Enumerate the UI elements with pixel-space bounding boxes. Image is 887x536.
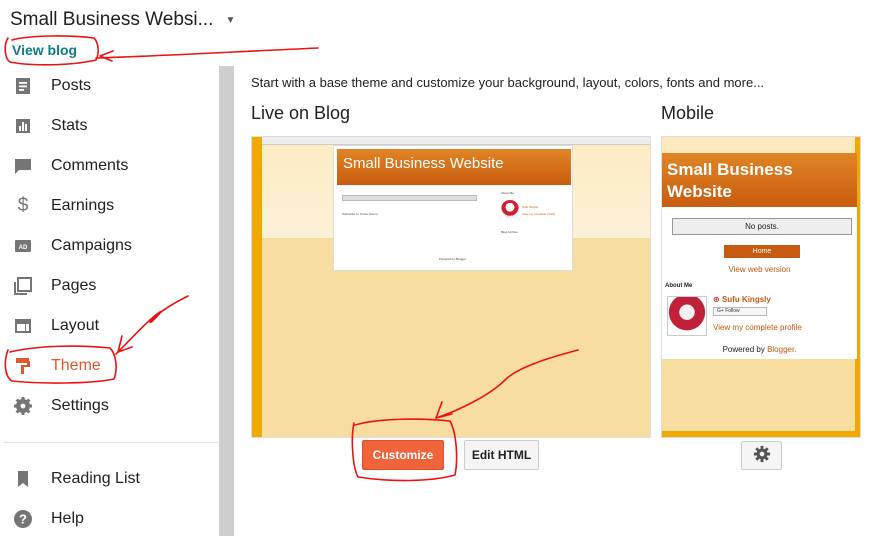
mobile-page: Small Business Website No posts. Home Vi… [662,153,857,359]
svg-text:?: ? [19,512,27,527]
mobile-bottom-stripe [662,431,860,437]
theme-description: Start with a base theme and customize yo… [251,75,765,90]
sidebar: Posts Stats Comments $ Earnings AD Campa… [0,66,219,536]
mobile-view-profile: View my complete profile [713,323,802,332]
mobile-follow-button: G+ Follow [713,307,767,316]
preview-blog-archive: Blog Archive [501,230,518,234]
sidebar-item-label: Campaigns [51,237,132,254]
sidebar-item-reading-list[interactable]: Reading List [0,459,219,499]
mobile-home-button: Home [724,245,800,258]
mobile-no-posts: No posts. [672,218,852,235]
svg-text:AD: AD [19,245,28,251]
preview-page: Small Business Website Subscribe to: Pos… [333,145,573,271]
sidebar-item-label: Earnings [51,197,115,214]
sidebar-item-label: Pages [51,277,97,294]
sidebar-item-label: Theme [51,357,101,374]
sidebar-scrollbar[interactable] [219,66,234,536]
sidebar-item-pages[interactable]: Pages [0,266,219,306]
sidebar-item-help[interactable]: ? Help [0,499,219,536]
blogger-profile-icon: ⊛ [713,295,720,304]
preview-subscribe-text: Subscribe to: Posts (Atom) [342,212,378,216]
edit-html-button[interactable]: Edit HTML [464,440,539,470]
settings-icon [12,395,34,417]
preview-profile-name: Sufu Kingsly [522,205,539,209]
mobile-theme-preview[interactable]: Small Business Website No posts. Home Vi… [661,136,861,438]
theme-icon [12,355,34,377]
mobile-about-me: About Me [665,283,693,289]
preview-no-posts-box [342,195,477,201]
sidebar-item-earnings[interactable]: $ Earnings [0,186,219,226]
live-on-blog-title: Live on Blog [251,103,351,123]
sidebar-item-label: Reading List [51,470,140,487]
preview-powered-by: Powered by Blogger. [439,257,467,261]
preview-blog-header: Small Business Website [337,149,571,185]
help-icon: ? [12,508,34,530]
live-theme-preview[interactable]: Small Business Website Subscribe to: Pos… [251,136,651,438]
preview-view-profile: View my complete profile [522,212,556,216]
sidebar-item-campaigns[interactable]: AD Campaigns [0,226,219,266]
layout-icon [12,315,34,337]
sidebar-item-label: Settings [51,397,109,414]
sidebar-item-comments[interactable]: Comments [0,146,219,186]
sidebar-item-label: Stats [51,117,88,134]
sidebar-item-label: Comments [51,157,129,174]
stats-icon [12,115,34,137]
mobile-avatar [667,296,707,336]
preview-avatar [501,200,519,218]
mobile-profile-name: ⊛ Sufu Kingsly [713,295,771,304]
pages-icon [12,275,34,297]
sidebar-item-label: Layout [51,317,100,334]
view-blog-link[interactable]: View blog [12,42,77,58]
sidebar-divider [4,442,218,443]
preview-stripe [252,137,262,437]
sidebar-item-label: Posts [51,77,92,94]
blog-selector[interactable]: Small Business Websi... ▼ [10,9,235,31]
mobile-blogger-link: Blogger. [767,345,797,354]
mobile-view-web-version: View web version [728,265,791,274]
preview-navbar [252,137,650,145]
sidebar-item-label: Help [51,510,84,527]
posts-icon [12,75,34,97]
mobile-band [662,137,860,153]
mobile-follow-label: Follow [725,308,740,314]
mobile-powered-by: Powered by Blogger. [662,345,857,354]
earnings-icon: $ [17,195,29,216]
mobile-profile-name-text: Sufu Kingsly [721,295,771,304]
sidebar-item-layout[interactable]: Layout [0,306,219,346]
mobile-powered-by-text: Powered by [722,345,765,354]
campaigns-icon: AD [12,235,34,257]
mobile-settings-button[interactable] [741,441,782,470]
mobile-blog-header: Small Business Website [662,153,857,207]
blog-name: Small Business Websi... [10,9,214,30]
gear-icon [753,445,771,466]
sidebar-item-stats[interactable]: Stats [0,106,219,146]
chevron-down-icon[interactable]: ▼ [225,15,235,26]
customize-button[interactable]: Customize [362,440,444,470]
sidebar-item-settings[interactable]: Settings [0,386,219,426]
sidebar-item-posts[interactable]: Posts [0,66,219,106]
preview-about-me: About Me [501,191,514,195]
comments-icon [12,155,34,177]
sidebar-item-theme[interactable]: Theme [0,346,219,386]
mobile-title: Mobile [661,103,715,123]
reading-list-icon [12,468,34,490]
